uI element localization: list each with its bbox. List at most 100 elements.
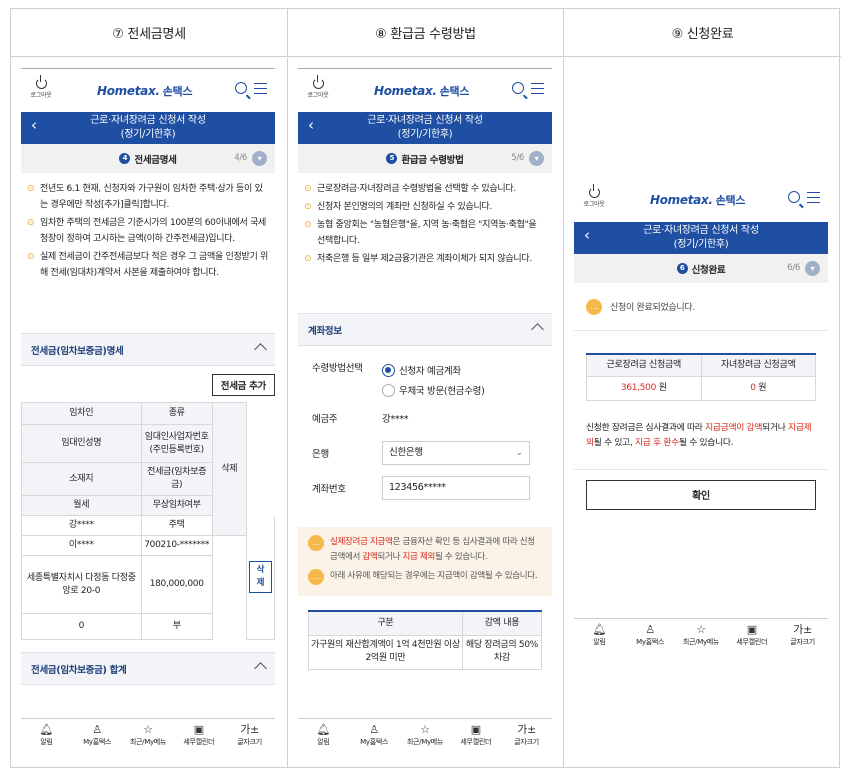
logo-home: Hom — [374, 84, 404, 98]
tab-font-size[interactable]: 가± 글자크기 — [503, 723, 551, 758]
cell-rent: 0 — [21, 613, 142, 640]
notice-item: 임차한 주택의 전세금은 기준시가의 100분의 60이내에서 국세청장이 정하… — [27, 215, 269, 247]
tab-my-hometax[interactable]: ♙ My홈택스 — [350, 723, 398, 758]
calendar-icon: ▣ — [746, 623, 757, 636]
person-icon: ♙ — [92, 723, 102, 736]
search-icon[interactable] — [788, 191, 800, 203]
bank-select[interactable]: 신한은행 ⌄ — [382, 440, 530, 465]
notice-red: 감액 — [362, 552, 378, 562]
tab-my-hometax[interactable]: ♙ My홈택스 — [73, 723, 121, 758]
logo-home: Hom — [97, 84, 127, 98]
step-page: 4/6 — [234, 153, 247, 163]
deposit-table: 임차인 종류 삭제 임대인성명 임대인사업자번호 (주민등록번호) 소재지 전세금(임차… — [21, 402, 276, 640]
tab-label: 세무캘린더 — [460, 738, 492, 746]
tab-calendar[interactable]: ▣ 세무캘린더 — [728, 623, 776, 658]
power-icon — [35, 75, 47, 89]
method-options: 신청자 예금계좌 우체국 방문(현금수령) — [382, 360, 485, 400]
bank-value: 신한은행 — [389, 446, 423, 458]
tab-label: 알림 — [317, 738, 330, 746]
font-size-icon: 가± — [240, 723, 259, 736]
form-title-bar: ‹ 근로·자녀장려금 신청서 작성 (정기/기한후) — [574, 222, 828, 254]
notice-list: 근로장려금·자녀장려금 수령방법을 선택할 수 있습니다. 신청자 본인명의의 … — [298, 173, 552, 313]
col-rent: 월세 — [21, 495, 142, 516]
form-subtitle: (정기/기한후) — [673, 239, 729, 250]
power-icon — [588, 184, 600, 198]
step7-header: ⑦ 전세금명세 — [11, 9, 288, 57]
add-row: 전세금 추가 — [21, 366, 275, 402]
back-icon[interactable]: ‹ — [584, 228, 590, 243]
logo-sontax: 손택스 — [439, 85, 470, 98]
bank-label: 은행 — [312, 448, 329, 460]
deposit-section-header[interactable]: 전세금(임차보증금)명세 — [21, 333, 275, 366]
radio-label: 우체국 방문(현금수령) — [399, 386, 485, 397]
account-input[interactable]: 123456***** — [382, 475, 530, 500]
confirm-button[interactable]: 확인 — [586, 479, 816, 510]
logo-sontax: 손택스 — [162, 85, 193, 98]
logout-button[interactable]: 로그아웃 — [29, 75, 53, 99]
step9-header: ⑨ 신청완료 — [564, 9, 841, 57]
chevron-down-icon[interactable]: ▾ — [529, 151, 544, 166]
radio-deposit-account[interactable]: 신청자 예금계좌 — [382, 360, 485, 380]
notice-text: 되거나 — [377, 552, 403, 562]
calendar-icon: ▣ — [193, 723, 204, 736]
back-icon[interactable]: ‹ — [308, 118, 314, 133]
total-section-header[interactable]: 전세금(임차보증금) 합계 — [21, 652, 275, 685]
cell-category: 가구원의 재산합계액이 1억 4천만원 이상 2억원 미만 — [308, 634, 463, 670]
notice-list: 전년도 6.1 현재, 신청자와 가구원이 임차한 주택·상가 등이 있는 경우… — [21, 173, 275, 333]
bottom-tab-bar: 🔔︎ 알림 ♙ My홈택스 ☆ 최근/My메뉴 ▣ 세무캘린더 가± 글자크기 — [574, 618, 828, 658]
tab-label: 세무캘린더 — [736, 638, 768, 646]
cell-work-amount: 361,500 원 — [586, 375, 702, 401]
tab-my-hometax[interactable]: ♙ My홈택스 — [626, 623, 674, 658]
step-indicator: 6 신청완료 6/6 ▾ — [574, 254, 828, 283]
logout-label: 로그아웃 — [307, 92, 329, 99]
radio-post-office[interactable]: 우체국 방문(현금수령) — [382, 380, 485, 400]
logout-button[interactable]: 로그아웃 — [582, 184, 606, 208]
tab-font-size[interactable]: 가± 글자크기 — [226, 723, 274, 758]
tab-alerts[interactable]: 🔔︎ 알림 — [299, 723, 347, 758]
tab-label: 글자크기 — [514, 738, 539, 746]
comparison-frame: ⑦ 전세금명세 ⑧ 환급금 수령방법 ⑨ 신청완료 로그아웃 Hometax. 손… — [10, 8, 841, 768]
tab-alerts[interactable]: 🔔︎ 알림 — [575, 623, 623, 658]
tab-recent[interactable]: ☆ 최근/My메뉴 — [677, 623, 725, 658]
tab-recent[interactable]: ☆ 최근/My메뉴 — [401, 723, 449, 758]
menu-icon[interactable] — [531, 83, 544, 94]
won-unit: 원 — [758, 382, 767, 393]
chevron-down-icon[interactable]: ▾ — [805, 261, 820, 276]
chevron-down-icon[interactable]: ▾ — [252, 151, 267, 166]
step7-column: 로그아웃 Hometax. 손택스 ‹ 근로·자녀장려금 신청서 작성 (정기/기… — [11, 58, 288, 767]
tab-recent[interactable]: ☆ 최근/My메뉴 — [124, 723, 172, 758]
logo-tax: etax. — [403, 84, 437, 98]
cell-reduction: 해당 장려금의 50% 차감 — [461, 634, 543, 670]
back-icon[interactable]: ‹ — [31, 118, 37, 133]
person-icon: ♙ — [645, 623, 655, 636]
tab-calendar[interactable]: ▣ 세무캘린더 — [452, 723, 500, 758]
tab-label: 알림 — [593, 638, 606, 646]
menu-icon[interactable] — [254, 83, 267, 94]
tab-label: My홈택스 — [636, 638, 665, 646]
tab-label: My홈택스 — [83, 738, 112, 746]
tab-alerts[interactable]: 🔔︎ 알림 — [22, 723, 70, 758]
search-icon[interactable] — [512, 82, 524, 94]
chevron-up-icon — [254, 343, 267, 356]
tab-font-size[interactable]: 가± 글자크기 — [779, 623, 827, 658]
delete-button[interactable]: 삭제 — [248, 561, 272, 594]
hometax-logo[interactable]: Hometax. 손택스 — [374, 83, 469, 99]
tab-calendar[interactable]: ▣ 세무캘린더 — [175, 723, 223, 758]
col-work-incentive: 근로장려금 신청금액 — [586, 353, 702, 377]
account-section-header[interactable]: 계좌정보 — [298, 313, 552, 346]
add-deposit-button[interactable]: 전세금 추가 — [211, 374, 275, 396]
logout-button[interactable]: 로그아웃 — [306, 75, 330, 99]
step8-column: 로그아웃 Hometax. 손택스 ‹ 근로·자녀장려금 신청서 작성 (정기/기… — [288, 58, 564, 767]
amount-value: 361,500 — [620, 382, 657, 393]
hometax-logo[interactable]: Hometax. 손택스 — [650, 192, 745, 208]
col-delete: 삭제 — [211, 402, 247, 536]
power-icon — [312, 75, 324, 89]
notice-red: 실제장려금 지급액 — [330, 537, 393, 547]
logo-sontax: 손택스 — [715, 194, 746, 207]
col-deposit: 전세금(임차보증금) — [140, 462, 213, 496]
phone-screen: 로그아웃 Hometax. 손택스 ‹ 근로·자녀장려금 신청서 작성 (정기/기… — [21, 68, 276, 767]
search-icon[interactable] — [235, 82, 247, 94]
hometax-logo[interactable]: Hometax. 손택스 — [97, 83, 192, 99]
menu-icon[interactable] — [807, 192, 820, 203]
cell-kind: 주택 — [140, 515, 213, 536]
